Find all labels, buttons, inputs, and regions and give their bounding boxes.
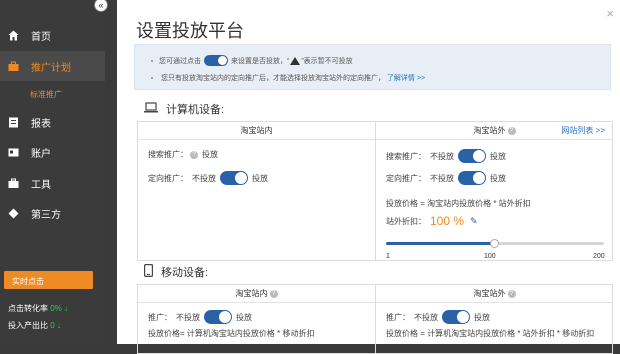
sidebar-item-promotion-plan[interactable]: 推广计划	[0, 51, 105, 81]
placement-platform-dialog: × 设置投放平台 您可通过点击 来设置是否投放，“ ”表示暂不可投放 您只有投放…	[117, 0, 620, 354]
mobile-offsite-formula: 投放价格 = 计算机淘宝站内投放价格 * 站外折扣 * 移动折扣	[386, 329, 595, 338]
discount-slider[interactable]	[386, 239, 604, 248]
column-header: 淘宝站外? 网站列表 >>	[376, 122, 613, 140]
search-promotion-row: 搜索推广： ? 投放	[148, 150, 218, 159]
phone-icon	[144, 264, 154, 280]
sidebar-item-label: 推广计划	[31, 62, 71, 74]
sidebar-item-label: 首页	[31, 31, 51, 43]
offsite-targeting-row: 定向推广： 不投放 投放	[386, 171, 510, 185]
computer-offsite-column: 淘宝站外? 网站列表 >> 搜索推广： 不投放 投放 定向推广： 不投放 投放 …	[375, 122, 613, 260]
help-icon: ?	[269, 289, 278, 298]
targeting-promotion-row: 定向推广： 不投放 投放	[148, 171, 272, 185]
offsite-search-row: 搜索推广： 不投放 投放	[386, 149, 510, 163]
column-header: 淘宝站外?	[376, 285, 613, 303]
discount-value: 100 %	[430, 214, 465, 228]
mobile-offsite-column: 淘宝站外? 推广： 不投放 投放 投放价格 = 计算机淘宝站内投放价格 * 站外…	[375, 285, 613, 353]
mobile-offsite-row: 推广： 不投放 投放	[386, 310, 494, 324]
sidebar-item-label: 工具	[31, 179, 51, 191]
sidebar-item-home[interactable]: 首页	[0, 20, 105, 50]
briefcase-icon	[8, 61, 19, 72]
slider-mid-label: 100	[484, 253, 496, 260]
help-icon: ?	[507, 289, 516, 298]
site-list-link[interactable]: 网站列表 >>	[561, 122, 605, 139]
dialog-title: 设置投放平台	[136, 21, 244, 41]
arrow-down-icon: ↓	[64, 304, 69, 313]
sidebar-item-reports[interactable]: 报表	[0, 107, 105, 137]
toggle-example-icon	[204, 55, 228, 66]
mobile-onsite-toggle[interactable]	[204, 310, 232, 324]
computer-settings-table: 淘宝站内 搜索推广： ? 投放 定向推广： 不投放 投放 淘宝站外? 网站列表 …	[137, 121, 613, 261]
conversion-rate-stat: 点击转化率 0% ↓	[8, 304, 69, 313]
realtime-click-header: 实时点击	[4, 271, 93, 289]
computer-onsite-column: 淘宝站内 搜索推广： ? 投放 定向推广： 不投放 投放	[138, 122, 375, 260]
mobile-onsite-column: 淘宝站内? 推广： 不投放 投放 投放价格= 计算机淘宝站内投放价格 * 移动折…	[138, 285, 375, 353]
targeting-toggle[interactable]	[220, 171, 248, 185]
slider-min-label: 1	[386, 253, 390, 260]
computer-section-title: 计算机设备:	[144, 101, 224, 117]
help-icon: ?	[507, 126, 516, 135]
mobile-onsite-formula: 投放价格= 计算机淘宝站内投放价格 * 移动折扣	[148, 329, 315, 338]
arrow-down-icon: ↓	[56, 321, 61, 330]
column-header: 淘宝站内	[138, 122, 375, 140]
learn-more-link[interactable]: 了解详情 >>	[387, 75, 425, 82]
sidebar: « 首页 推广计划 标准推广 报表 账户 工具 第三方 实时点击 点击转化率 0…	[0, 0, 108, 344]
bullet-icon	[151, 59, 153, 62]
offsite-discount-row: 站外折扣： 100 % ✎	[386, 214, 478, 228]
collapse-sidebar-icon[interactable]: «	[94, 0, 108, 12]
slider-fill	[386, 242, 495, 245]
sidebar-item-tools[interactable]: 工具	[0, 168, 105, 198]
offsite-targeting-toggle[interactable]	[458, 171, 486, 185]
bullet-icon	[151, 77, 153, 80]
sidebar-item-account[interactable]: 账户	[0, 137, 105, 167]
sidebar-item-label: 第三方	[31, 209, 61, 221]
home-icon	[8, 30, 19, 41]
account-card-icon	[8, 147, 19, 158]
slider-max-label: 200	[593, 253, 605, 260]
column-header: 淘宝站内?	[138, 285, 375, 303]
slider-handle[interactable]	[490, 239, 500, 248]
mobile-offsite-toggle[interactable]	[442, 310, 470, 324]
laptop-icon	[144, 102, 158, 116]
sidebar-subitem-standard[interactable]: 标准推广	[30, 89, 62, 100]
sidebar-item-label: 账户	[31, 148, 51, 160]
toolbox-icon	[8, 178, 19, 189]
pencil-edit-icon[interactable]: ✎	[470, 216, 478, 227]
mobile-section-title: 移动设备:	[144, 264, 208, 280]
close-icon[interactable]: ×	[606, 6, 614, 21]
warning-icon	[290, 56, 301, 65]
sidebar-item-third-party[interactable]: 第三方	[0, 198, 105, 228]
price-formula: 投放价格 = 淘宝站内投放价格 * 站外折扣	[386, 199, 531, 208]
sidebar-item-label: 报表	[31, 118, 51, 130]
mobile-onsite-row: 推广： 不投放 投放	[148, 310, 256, 324]
offsite-search-toggle[interactable]	[458, 149, 486, 163]
info-notice: 您可通过点击 来设置是否投放，“ ”表示暂不可投放 您只有投放淘宝站内的定向推广…	[134, 44, 611, 90]
report-icon	[8, 117, 19, 128]
roi-stat: 投入产出比 0 ↓	[8, 321, 61, 330]
help-icon: ?	[190, 150, 198, 159]
third-party-icon	[8, 208, 19, 219]
